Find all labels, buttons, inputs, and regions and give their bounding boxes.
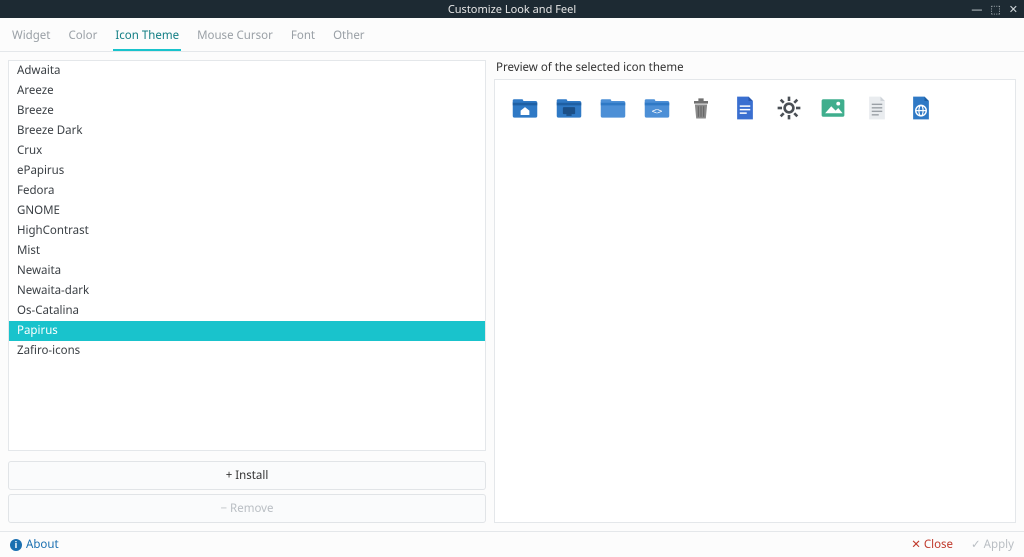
footer-bar: i About ✕ Close ✓ Apply	[0, 531, 1024, 557]
about-button[interactable]: i About	[10, 537, 59, 552]
theme-item[interactable]: Adwaita	[9, 61, 485, 81]
folder-code-icon: <>	[643, 94, 671, 122]
tab-font[interactable]: Font	[289, 24, 317, 51]
about-label: About	[26, 537, 59, 552]
image-icon	[819, 94, 847, 122]
tab-other[interactable]: Other	[331, 24, 366, 51]
icon-preview-grid: <>	[511, 94, 999, 122]
tab-mouse-cursor[interactable]: Mouse Cursor	[195, 24, 275, 51]
left-column: AdwaitaAreezeBreezeBreeze DarkCruxePapir…	[8, 60, 486, 523]
tab-bar: Widget Color Icon Theme Mouse Cursor Font Oth…	[0, 18, 1024, 52]
theme-item[interactable]: ePapirus	[9, 161, 485, 181]
window-controls: — ⬚ ✕	[971, 0, 1018, 18]
window-maximize-icon[interactable]: ⬚	[990, 4, 1000, 15]
folder-home-icon	[511, 94, 539, 122]
main-content: AdwaitaAreezeBreezeBreeze DarkCruxePapir…	[0, 52, 1024, 531]
close-button[interactable]: ✕ Close	[911, 537, 953, 552]
tab-color[interactable]: Color	[66, 24, 99, 51]
settings-icon	[775, 94, 803, 122]
tab-widget[interactable]: Widget	[10, 24, 52, 51]
icon-theme-list[interactable]: AdwaitaAreezeBreezeBreeze DarkCruxePapir…	[8, 60, 486, 451]
preview-box: <>	[494, 79, 1016, 523]
theme-item[interactable]: Crux	[9, 141, 485, 161]
folder-icon	[599, 94, 627, 122]
theme-item[interactable]: Newaita	[9, 261, 485, 281]
folder-desktop-icon	[555, 94, 583, 122]
theme-item[interactable]: Mist	[9, 241, 485, 261]
theme-item[interactable]: Fedora	[9, 181, 485, 201]
tab-icon-theme[interactable]: Icon Theme	[113, 24, 181, 51]
remove-button: − Remove	[8, 494, 486, 523]
trash-icon	[687, 94, 715, 122]
right-column: Preview of the selected icon theme <>	[494, 60, 1016, 523]
theme-item[interactable]: Breeze	[9, 101, 485, 121]
theme-item[interactable]: Newaita-dark	[9, 281, 485, 301]
html-icon	[907, 94, 935, 122]
document-icon	[731, 94, 759, 122]
theme-item[interactable]: HighContrast	[9, 221, 485, 241]
info-icon: i	[10, 539, 22, 551]
theme-item[interactable]: Breeze Dark	[9, 121, 485, 141]
preview-label: Preview of the selected icon theme	[494, 60, 1016, 79]
theme-item[interactable]: Os-Catalina	[9, 301, 485, 321]
svg-text:<>: <>	[652, 107, 663, 117]
text-file-icon	[863, 94, 891, 122]
theme-item[interactable]: Areeze	[9, 81, 485, 101]
close-x-icon: ✕	[911, 537, 924, 552]
theme-action-buttons: + Install − Remove	[8, 457, 486, 523]
window-titlebar: Customize Look and Feel — ⬚ ✕	[0, 0, 1024, 18]
window-title: Customize Look and Feel	[448, 2, 576, 17]
apply-check-icon: ✓	[971, 537, 984, 552]
install-button[interactable]: + Install	[8, 461, 486, 490]
theme-item[interactable]: Papirus	[9, 321, 485, 341]
theme-item[interactable]: GNOME	[9, 201, 485, 221]
apply-button: ✓ Apply	[971, 537, 1014, 552]
theme-item[interactable]: Zafiro-icons	[9, 341, 485, 361]
window-minimize-icon[interactable]: —	[971, 4, 982, 15]
window-close-icon[interactable]: ✕	[1009, 4, 1018, 15]
